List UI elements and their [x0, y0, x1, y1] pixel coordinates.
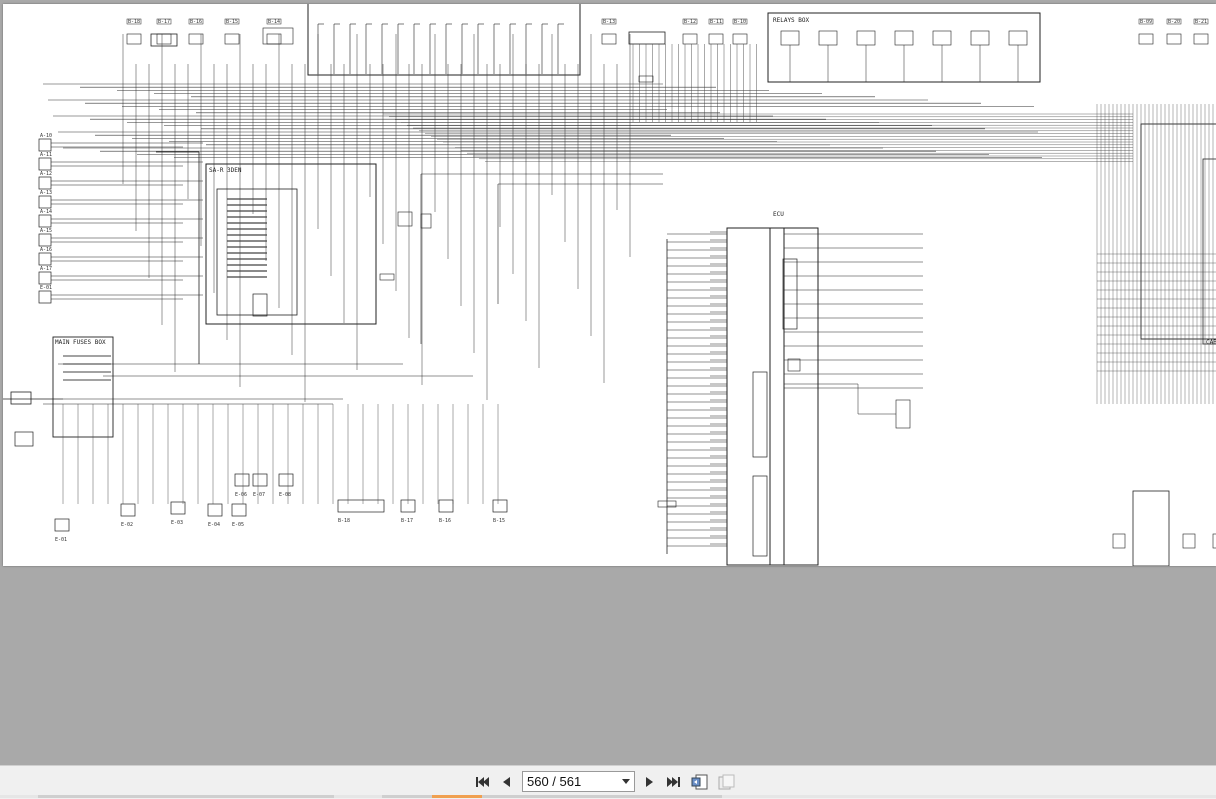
connector-label: E-08 — [279, 492, 291, 498]
connector-label: A-12 — [40, 171, 52, 177]
connector-label: E-07 — [253, 492, 265, 498]
document-viewport[interactable]: RELAYS BOX B-18 B-17 B-16 B-15 B-14 B-13 B-12 B-… — [0, 0, 1216, 765]
left-component — [38, 176, 52, 190]
battery-symbol — [10, 391, 32, 405]
cab-option-box — [1132, 490, 1170, 566]
connector-label: E-02 — [121, 522, 133, 528]
connector-label: A-10 — [40, 133, 52, 139]
last-page-icon — [667, 777, 680, 787]
first-page-button[interactable] — [472, 772, 492, 792]
bottom-connector — [252, 473, 268, 487]
left-component — [38, 233, 52, 247]
bottom-connector — [234, 473, 250, 487]
page-indicator: 560 / 561 — [527, 774, 582, 789]
connector-label: E-01 — [40, 285, 52, 291]
navigation-toolbar: 560 / 561 — [0, 765, 1216, 799]
connector-label: A-16 — [40, 247, 52, 253]
ecu-block — [726, 227, 785, 566]
bottom-connector — [231, 503, 247, 517]
connector-label: E-06 — [235, 492, 247, 498]
connector-label: B-15 — [226, 19, 238, 25]
left-component — [38, 157, 52, 171]
connector-label: A-13 — [40, 190, 52, 196]
left-component — [38, 195, 52, 209]
connector-label: B-16 — [190, 19, 202, 25]
connector-label: E-01 — [55, 537, 67, 543]
connector-label: A-15 — [40, 228, 52, 234]
sa-r-box — [205, 163, 377, 325]
bottom-connector — [438, 499, 454, 513]
connector-label: B-18 — [338, 518, 350, 524]
next-page-icon — [646, 777, 653, 787]
page-number-select[interactable]: 560 / 561 — [522, 771, 635, 792]
first-page-icon — [476, 777, 489, 787]
left-component — [38, 138, 52, 152]
connector-label: A-14 — [40, 209, 52, 215]
fit-width-button[interactable] — [690, 772, 710, 792]
main-fuses-box — [52, 336, 114, 438]
connector-label: B-11 — [710, 19, 722, 25]
fit-width-icon — [691, 774, 708, 790]
prev-page-icon — [503, 777, 510, 787]
relays-box-label: RELAYS BOX — [773, 17, 810, 24]
connector-label: E-05 — [232, 522, 244, 528]
connector-ecu-top — [628, 31, 666, 45]
fit-page-button[interactable] — [716, 772, 736, 792]
sa-r-box-label: SA-R 3DEN — [209, 167, 242, 174]
connector-label: B-16 — [439, 518, 451, 524]
last-page-button[interactable] — [664, 772, 684, 792]
connector-label: B-21 — [1195, 19, 1207, 25]
next-page-button[interactable] — [640, 772, 660, 792]
connector-label: B-17 — [158, 19, 170, 25]
connector-label: B-12 — [684, 19, 696, 25]
bottom-connector — [278, 473, 294, 487]
connector-label: B-15 — [493, 518, 505, 524]
connector-label: A-17 — [40, 266, 52, 272]
cab-label: CAB — [1206, 339, 1216, 346]
fit-page-icon — [718, 774, 735, 790]
left-component — [38, 214, 52, 228]
connector-label: B-09 — [1140, 19, 1152, 25]
connector-label: E-04 — [208, 522, 220, 528]
bottom-connector — [120, 503, 136, 517]
connector-label: B-13 — [603, 19, 615, 25]
connector-label: B-17 — [401, 518, 413, 524]
connector-label: B-20 — [1168, 19, 1180, 25]
chevron-down-icon — [622, 779, 630, 784]
connector-label: A-11 — [40, 152, 52, 158]
wiring-diagram: RELAYS BOX B-18 B-17 B-16 B-15 B-14 B-13 B-12 B-… — [3, 4, 1216, 566]
left-component — [38, 271, 52, 285]
left-component — [38, 252, 52, 266]
bottom-connector — [492, 499, 508, 513]
ecu-label: ECU — [773, 211, 784, 218]
connector-label: E-03 — [171, 520, 183, 526]
bottom-connector — [54, 518, 70, 532]
bottom-connector — [337, 499, 385, 513]
ground-symbol — [14, 431, 34, 447]
connector-label: B-14 — [268, 19, 280, 25]
prev-page-button[interactable] — [496, 772, 516, 792]
main-fuses-box-label: MAIN FUSES BOX — [55, 339, 106, 346]
connector-label: B-18 — [128, 19, 140, 25]
connector-label: B-10 — [734, 19, 746, 25]
bottom-connector — [207, 503, 223, 517]
schematic-page[interactable]: RELAYS BOX B-18 B-17 B-16 B-15 B-14 B-13 B-12 B-… — [3, 4, 1216, 566]
cab-frame — [1140, 123, 1216, 340]
left-component — [38, 290, 52, 304]
